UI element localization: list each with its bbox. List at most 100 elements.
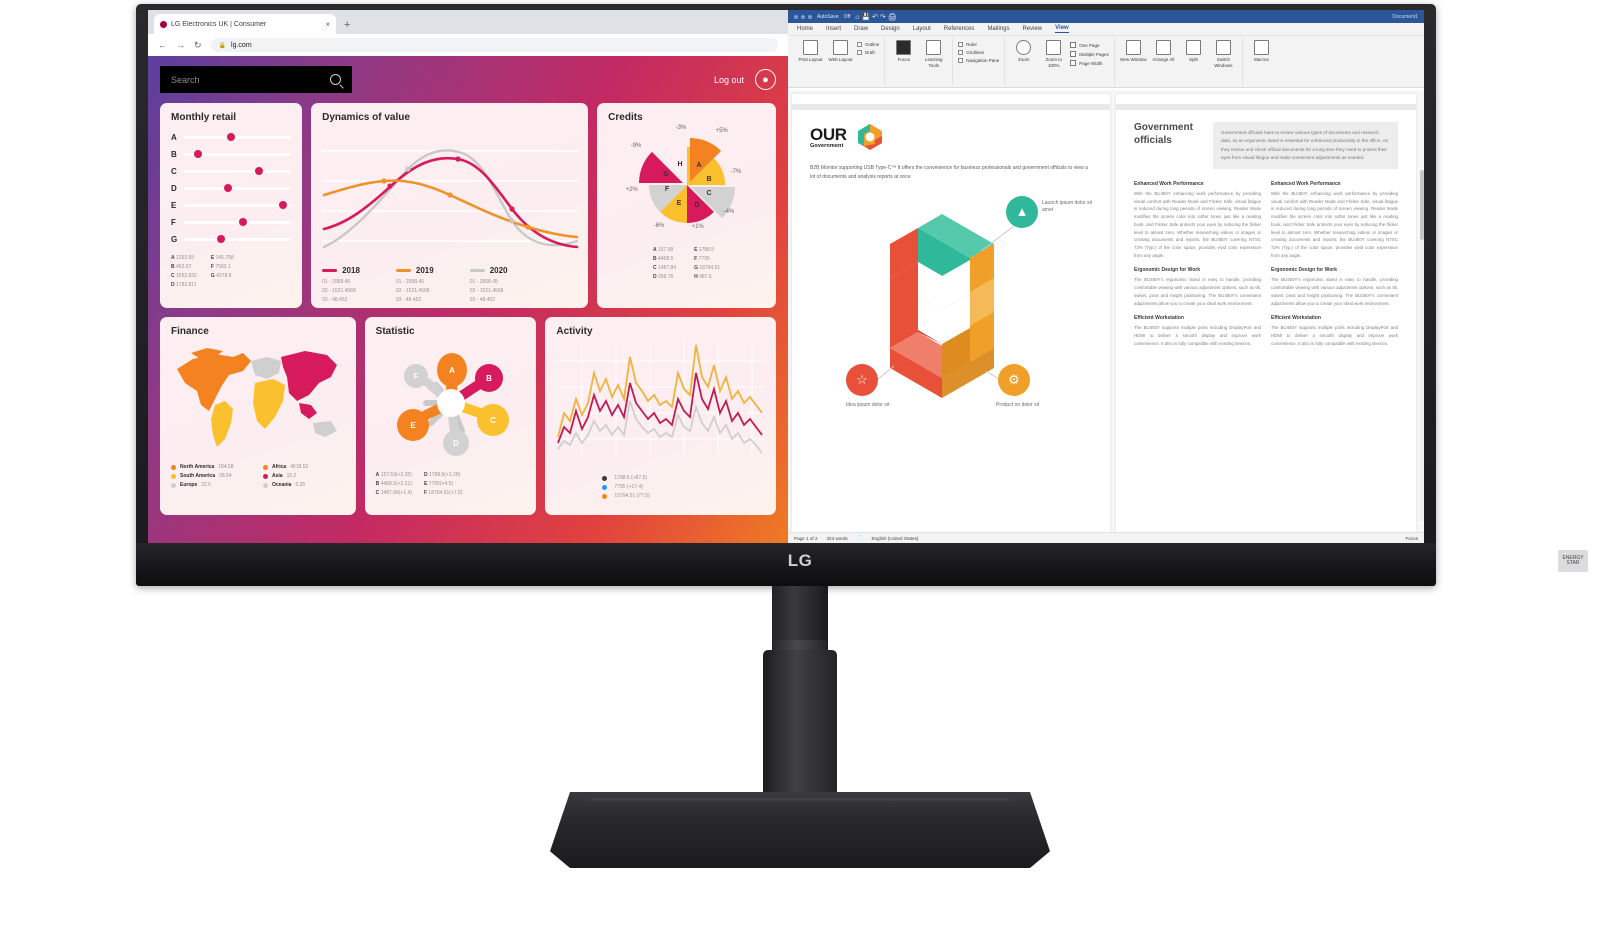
show-checkboxes: Ruler Gridlines Navigation Pane: [958, 38, 999, 63]
legend-dot: [171, 473, 176, 479]
node-label-c: C: [490, 416, 496, 425]
button-label: Macros: [1253, 57, 1269, 62]
value-num: 1487.84(+1.4): [380, 490, 412, 496]
row-label: G: [171, 235, 178, 244]
gridlines-checkbox[interactable]: Gridlines: [958, 50, 999, 55]
tab-design[interactable]: Design: [881, 26, 900, 32]
legend-item: South America 58.54: [171, 473, 251, 479]
macros-button[interactable]: Macros: [1248, 38, 1275, 63]
page-width-button[interactable]: Page Width: [1070, 60, 1109, 66]
value-num: 1788.5: [698, 247, 715, 253]
lg-brand-logo: LG: [787, 551, 813, 570]
value-num: 1552.832: [176, 273, 197, 279]
reload-icon[interactable]: ↻: [194, 40, 202, 51]
switch-windows-button[interactable]: Switch Windows: [1210, 38, 1237, 68]
proofing-icon[interactable]: 📄: [857, 535, 863, 541]
word-count[interactable]: 323 words: [827, 536, 848, 541]
pie-percent-label: -3%: [675, 125, 687, 131]
legend-label: Europe: [180, 482, 198, 488]
dashboard-header-right: Log out ●: [714, 69, 776, 90]
legend-value: 184.58: [218, 464, 234, 470]
tab-references[interactable]: References: [944, 26, 975, 32]
legend-dot: [171, 464, 176, 470]
new-window-button[interactable]: New Window: [1120, 38, 1147, 63]
search-input[interactable]: Search: [160, 66, 352, 93]
value-num: 18794.51: [699, 265, 721, 271]
tab-draw[interactable]: Draw: [854, 26, 868, 32]
focus-button[interactable]: Focus: [890, 38, 917, 63]
language-indicator[interactable]: English (United States): [871, 536, 918, 541]
learning-tools-button[interactable]: Learning Tools: [920, 38, 947, 68]
section-heading: Enhanced Work Performance: [1134, 181, 1204, 188]
tab-mailings[interactable]: Mailings: [987, 26, 1009, 32]
scrollbar-thumb[interactable]: [1420, 170, 1424, 240]
section-heading: Ergonomic Design for Work: [1271, 267, 1338, 274]
card-activity: Activity 1788.5 (+87.5) 7795 (+17.4) 157…: [545, 317, 776, 515]
checkbox-label: Gridlines: [966, 50, 985, 55]
value-key: C: [375, 490, 380, 496]
back-icon[interactable]: ←: [158, 40, 167, 50]
zoom-button[interactable]: Zoom: [1010, 38, 1037, 63]
tab-view[interactable]: View: [1055, 25, 1069, 33]
one-page-button[interactable]: One Page: [1070, 42, 1109, 48]
autosave-label[interactable]: AutoSave: [817, 14, 839, 20]
tab-insert[interactable]: Insert: [826, 26, 841, 32]
zoom-icon: [1016, 40, 1032, 55]
page-width-icon: [1070, 60, 1077, 66]
multiple-pages-button[interactable]: Multiple Pages: [1070, 51, 1109, 57]
ribbon-group-macros: Macros: [1243, 38, 1280, 85]
logout-button[interactable]: Log out: [714, 75, 744, 85]
word-document-canvas[interactable]: OUR Government B2B Monitor supporting US…: [788, 90, 1424, 532]
quick-access-toolbar[interactable]: ⌂ 💾 ↶ ↷ 🖨: [855, 13, 896, 21]
value-num: 157.59(+2.35): [380, 472, 412, 478]
browser-tab[interactable]: LG Electronics UK | Consumer ×: [154, 14, 336, 34]
legend-item: Oceania 0.25: [263, 482, 343, 488]
close-icon[interactable]: ×: [325, 20, 330, 29]
ribbon-group-show: Ruler Gridlines Navigation Pane: [953, 38, 1006, 85]
page-indicator[interactable]: Page 1 of 2: [794, 536, 818, 541]
tab-review[interactable]: Review: [1022, 26, 1042, 32]
monitor-screen: LG Electronics UK | Consumer × + ← → ↻ 🔒…: [148, 10, 1424, 543]
legend-dot: [602, 475, 608, 481]
window-controls[interactable]: [794, 14, 812, 19]
checkbox-icon: [958, 42, 964, 47]
checkbox-icon: [857, 42, 862, 47]
legend-item: Europe 22.5: [171, 482, 251, 488]
focus-mode-button[interactable]: Focus: [1405, 536, 1418, 541]
vertical-scrollbar[interactable]: [1420, 170, 1424, 521]
card-title: Monthly retail: [171, 112, 237, 123]
data-point: [278, 201, 287, 209]
ruler-checkbox[interactable]: Ruler: [958, 42, 999, 47]
arrange-all-button[interactable]: Arrange All: [1150, 38, 1177, 63]
outline-checkbox[interactable]: Outline: [857, 42, 879, 47]
badge-label-product: Product on dolor sit: [996, 401, 1040, 408]
address-bar[interactable]: 🔒 lg.com: [210, 38, 778, 52]
card-monthly-retail: Monthly retail A B C D E F G A 1253.55 B…: [160, 103, 303, 308]
split-button[interactable]: Split: [1180, 38, 1207, 63]
search-icon[interactable]: [330, 74, 341, 85]
data-point: [254, 167, 263, 175]
navigation-pane-checkbox[interactable]: Navigation Pane: [958, 58, 999, 63]
print-layout-button[interactable]: Print Layout: [797, 38, 824, 63]
card-title: Dynamics of value: [322, 112, 410, 123]
section-body: With the BU450Y enhancing work performan…: [1271, 191, 1398, 258]
card-title: Statistic: [375, 326, 415, 337]
word-ribbon: Print Layout Web Layout Outline Draft Fo…: [788, 36, 1424, 88]
legend-item: 7795 (+17.4): [602, 484, 765, 490]
forward-icon[interactable]: →: [176, 40, 185, 50]
avatar[interactable]: ●: [755, 69, 776, 90]
stand-base: [550, 792, 1050, 868]
zoom-100-button[interactable]: Zoom to 100%: [1040, 38, 1067, 68]
legend-label: 2020: [489, 266, 508, 275]
draft-checkbox[interactable]: Draft: [857, 50, 879, 55]
tab-layout[interactable]: Layout: [913, 26, 931, 32]
intro-paragraph: B2B Monitor supporting USB Type-C™ It of…: [810, 165, 1088, 180]
web-layout-button[interactable]: Web Layout: [827, 38, 854, 63]
checkbox-icon: [958, 50, 964, 55]
new-tab-button[interactable]: +: [344, 19, 350, 31]
monthly-retail-values: A 1253.55 B 453.57 C 1552.832 D 1782.811…: [171, 255, 291, 288]
legend-item: 2020 01 - 2958.45 02 - 1521.4568 03 - 48…: [469, 266, 508, 305]
autosave-state[interactable]: Off: [844, 14, 851, 20]
tab-home[interactable]: Home: [797, 26, 813, 32]
word-status-bar: Page 1 of 2 323 words 📄 English (United …: [788, 532, 1424, 543]
